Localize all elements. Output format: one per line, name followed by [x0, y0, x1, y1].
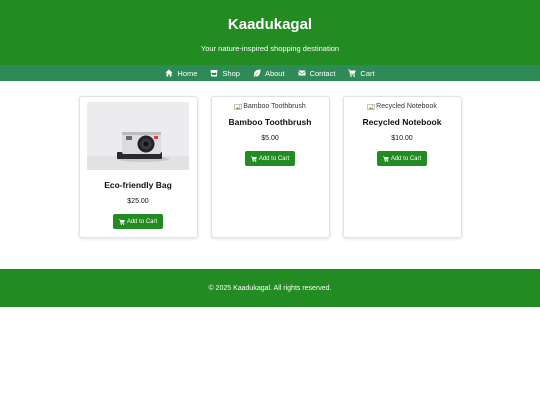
leaf-icon: [253, 69, 261, 77]
nav-contact-label: Contact: [309, 68, 336, 78]
main-nav: Home Shop About Contact Cart: [0, 65, 540, 81]
camera-photo: [87, 102, 189, 170]
nav-shop-label: Shop: [222, 68, 240, 78]
add-to-cart-label: Add to Cart: [126, 218, 158, 225]
site-title: Kaadukagal: [227, 16, 313, 33]
product-price: $10.00: [391, 135, 413, 142]
nav-home[interactable]: Home: [165, 69, 197, 78]
footer-copyright: © 2025 Kaadukagal. All rights reserved.: [208, 284, 332, 292]
image-alt-text: Bamboo Toothbrush: [243, 103, 306, 110]
store-icon: [210, 70, 218, 77]
cart-icon: [348, 69, 357, 77]
product-name: Eco-friendly Bag: [104, 180, 172, 190]
product-price: $25.00: [127, 198, 149, 205]
product-price: $5.00: [261, 135, 279, 142]
add-to-cart-button[interactable]: Add to Cart: [376, 151, 428, 166]
product-card: Recycled Notebook Recycled Notebook $10.…: [342, 96, 462, 238]
site-footer: © 2025 Kaadukagal. All rights reserved.: [0, 269, 540, 307]
add-to-cart-button[interactable]: Add to Cart: [112, 214, 164, 229]
product-name: Recycled Notebook: [362, 117, 442, 127]
nav-cart[interactable]: Cart: [348, 68, 375, 78]
nav-shop[interactable]: Shop: [210, 69, 240, 78]
add-to-cart-label: Add to Cart: [390, 155, 422, 162]
product-name: Bamboo Toothbrush: [228, 117, 312, 127]
nav-cart-label: Cart: [360, 68, 375, 78]
image-alt-text: Recycled Notebook: [376, 103, 437, 110]
nav-home-label: Home: [177, 68, 198, 78]
add-to-cart-label: Add to Cart: [258, 155, 290, 162]
nav-about[interactable]: About: [253, 69, 285, 78]
product-card: Bamboo Toothbrush Bamboo Toothbrush $5.0…: [210, 96, 330, 238]
home-icon: [165, 69, 173, 77]
cart-icon: [118, 218, 125, 225]
site-header: Kaadukagal Your nature-inspired shopping…: [0, 0, 540, 65]
broken-image-icon: [367, 103, 375, 110]
broken-image-icon: [234, 103, 242, 110]
envelope-icon: [298, 70, 306, 76]
nav-about-label: About: [264, 68, 285, 78]
product-grid: Eco-friendly Bag $25.00 Add to Cart Bamb…: [0, 81, 540, 269]
product-card: Eco-friendly Bag $25.00 Add to Cart: [78, 96, 198, 238]
product-image-camera: [87, 102, 189, 170]
add-to-cart-button[interactable]: Add to Cart: [244, 151, 296, 166]
site-tagline: Your nature-inspired shopping destinatio…: [200, 44, 340, 53]
cart-icon: [382, 155, 389, 162]
nav-contact[interactable]: Contact: [298, 68, 336, 78]
cart-icon: [250, 155, 257, 162]
product-image-toothbrush: Bamboo Toothbrush: [234, 102, 306, 111]
product-image-notebook: Recycled Notebook: [367, 102, 437, 111]
